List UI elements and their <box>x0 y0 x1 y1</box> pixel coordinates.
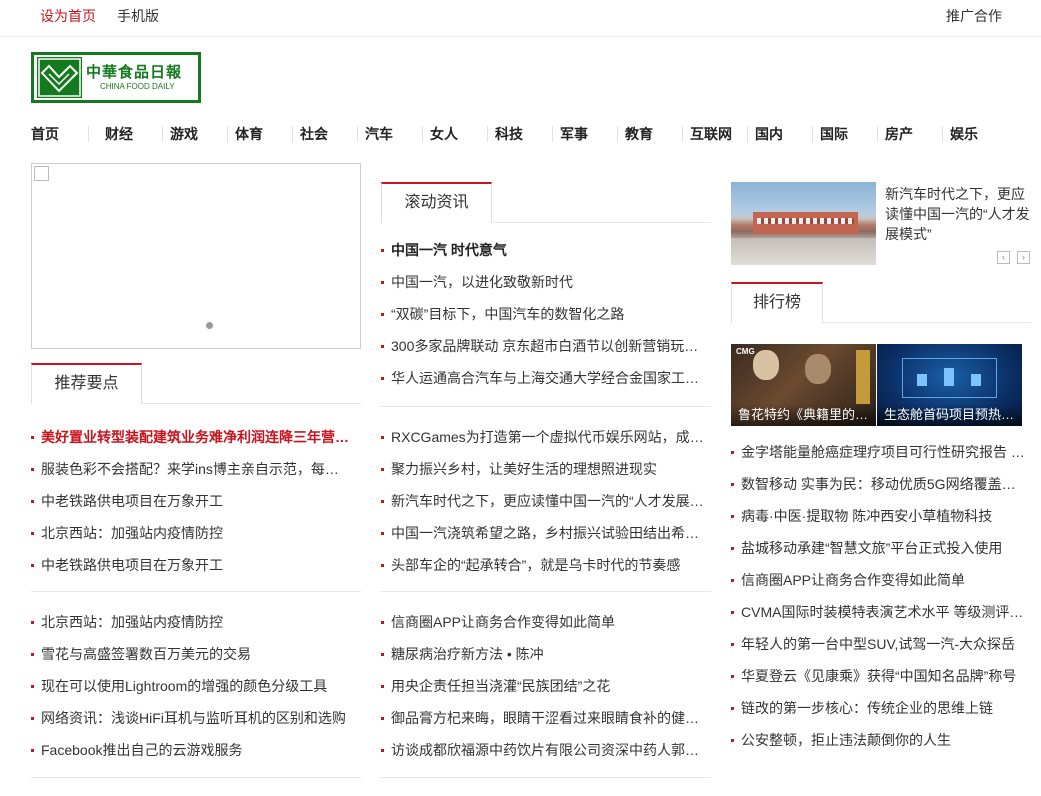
list-item[interactable]: 访谈成都欣福源中药饮片有限公司资深中药人郭依林先生 <box>381 740 711 760</box>
list-item[interactable]: 美好置业转型装配建筑业务难净利润连降三年营收大幅下降 <box>31 427 349 447</box>
recommend-tab-header: 推荐要点 <box>31 363 361 404</box>
list-item[interactable]: Facebook推出自己的云游戏服务 <box>31 740 349 760</box>
nav-separator <box>942 126 943 142</box>
tab-rolling-news[interactable]: 滚动资讯 <box>381 182 492 223</box>
nav-item[interactable]: 财经 <box>105 124 133 144</box>
divider <box>31 591 361 592</box>
nav-separator <box>292 126 293 142</box>
ranking-image-1[interactable]: CMG 鲁花特约《典籍里的中国》第二季 <box>731 344 876 426</box>
set-homepage-link[interactable]: 设为首页 <box>40 6 96 26</box>
nav-separator <box>162 126 163 142</box>
list-item[interactable]: 公安整顿，拒止违法颠倒你的人生 <box>731 730 1029 750</box>
nav-item[interactable]: 军事 <box>560 124 588 144</box>
nav-item[interactable]: 游戏 <box>170 124 198 144</box>
main-nav: 首页 财经 游戏 体育 社会 汽车 女人 科技 军事 教育 互联网 国内 国际 房产 娱乐 <box>0 118 1041 148</box>
list-item[interactable]: 服装色彩不会搭配？来学ins博主亲自示范，每一套都好看 <box>31 459 349 479</box>
ranking-image-caption: 生态舱首码项目预热，火爆上线 <box>877 404 1022 426</box>
tab-ranking[interactable]: 排行榜 <box>731 282 823 323</box>
nav-item[interactable]: 科技 <box>495 124 523 144</box>
next-arrow-icon[interactable]: › <box>1017 251 1030 264</box>
list-item[interactable]: 信商圈APP让商务合作变得如此简单 <box>731 570 1029 590</box>
list-item[interactable]: 金字塔能量舱癌症理疗项目可行性研究报告 成果发布 <box>731 442 1029 462</box>
nav-separator <box>877 126 878 142</box>
list-item[interactable]: 雪花与高盛签署数百万美元的交易 <box>31 644 349 664</box>
list-item[interactable]: “双碳”目标下，中国汽车的数智化之路 <box>381 304 711 324</box>
list-item[interactable]: 网络资讯：浅谈HiFi耳机与监听耳机的区别和选购 <box>31 708 349 728</box>
list-item[interactable]: 中国一汽 时代意气 <box>381 240 711 260</box>
list-item[interactable]: 300多家品牌联动 京东超市白酒节以创新营销玩法推动品类增长 <box>381 336 711 356</box>
divider <box>381 406 711 407</box>
nav-separator <box>227 126 228 142</box>
tab-recommend[interactable]: 推荐要点 <box>31 363 142 404</box>
divider <box>31 777 361 778</box>
nav-item[interactable]: 社会 <box>300 124 328 144</box>
list-item[interactable]: 聚力振兴乡村，让美好生活的理想照进现实 <box>381 459 711 479</box>
cmg-logo: CMG <box>736 347 755 356</box>
broken-image-icon <box>34 166 49 181</box>
nav-separator <box>88 126 89 142</box>
list-item[interactable]: 华夏登云《见康乘》获得“中国知名品牌”称号 <box>731 666 1029 686</box>
ranking-image-caption: 鲁花特约《典籍里的中国》第二季 <box>731 404 876 426</box>
list-item[interactable]: 北京西站：加强站内疫情防控 <box>31 523 349 543</box>
list-item[interactable]: CVMA国际时装模特表演艺术水平 等级测评中心成立 <box>731 602 1029 622</box>
nav-item[interactable]: 房产 <box>885 124 913 144</box>
nav-separator <box>682 126 683 142</box>
nav-item[interactable]: 娱乐 <box>950 124 978 144</box>
nav-item[interactable]: 国际 <box>820 124 848 144</box>
divider <box>381 777 711 778</box>
ranking-image-2[interactable]: 生态舱首码项目预热，火爆上线 <box>877 344 1022 426</box>
featured-image[interactable] <box>731 182 876 265</box>
list-item[interactable]: 糖尿病治疗新方法 • 陈冲 <box>381 644 711 664</box>
logo-emblem-icon <box>37 57 82 98</box>
list-item[interactable]: 新汽车时代之下，更应读懂中国一汽的“人才发展模式” <box>381 491 711 511</box>
list-item[interactable]: 链改的第一步核心：传统企业的思维上链 <box>731 698 1029 718</box>
site-logo[interactable]: 中華食品日報 CHINA FOOD DAILY <box>31 52 201 103</box>
nav-separator <box>812 126 813 142</box>
nav-separator <box>552 126 553 142</box>
featured-title[interactable]: 新汽车时代之下，更应读懂中国一汽的“人才发展模式” <box>885 184 1031 244</box>
list-item[interactable]: 华人运通高合汽车与上海交通大学经合金国家工程研究中心达成合作 <box>381 368 711 388</box>
logo-en-text: CHINA FOOD DAILY <box>100 82 175 91</box>
nav-item[interactable]: 汽车 <box>365 124 393 144</box>
slider-dot[interactable] <box>206 322 213 329</box>
ranking-tab-header: 排行榜 <box>731 282 1031 323</box>
list-item[interactable]: 现在可以使用Lightroom的增强的颜色分级工具 <box>31 676 349 696</box>
image-slider[interactable] <box>31 163 361 349</box>
nav-separator <box>422 126 423 142</box>
prev-arrow-icon[interactable]: ‹ <box>997 251 1010 264</box>
list-item[interactable]: 数智移动 实事为民：移动优质5G网络覆盖盐城乡村 <box>731 474 1029 494</box>
nav-item[interactable]: 国内 <box>755 124 783 144</box>
list-item[interactable]: 中老铁路供电项目在万象开工 <box>31 555 349 575</box>
list-item[interactable]: 御品膏方杞来晦，眼睛干涩看过来眼睛食补的健康之道 <box>381 708 711 728</box>
nav-item[interactable]: 互联网 <box>690 124 732 144</box>
list-item[interactable]: 头部车企的“起承转合”，就是乌卡时代的节奏感 <box>381 555 711 575</box>
list-item[interactable]: 中老铁路供电项目在万象开工 <box>31 491 349 511</box>
logo-cn-text: 中華食品日報 <box>86 63 183 81</box>
featured-news: 新汽车时代之下，更应读懂中国一汽的“人才发展模式” ‹ › <box>731 182 1031 266</box>
mobile-version-link[interactable]: 手机版 <box>117 6 159 26</box>
promotion-link[interactable]: 推广合作 <box>946 6 1002 26</box>
list-item[interactable]: 中国一汽，以进化致敬新时代 <box>381 272 711 292</box>
nav-item[interactable]: 女人 <box>430 124 458 144</box>
rolling-tab-header: 滚动资讯 <box>381 182 711 223</box>
nav-separator <box>747 126 748 142</box>
list-item[interactable]: 病毒·中医·提取物 陈冲西安小草植物科技 <box>731 506 1029 526</box>
list-item[interactable]: 信商圈APP让商务合作变得如此简单 <box>381 612 711 632</box>
nav-item[interactable]: 体育 <box>235 124 263 144</box>
list-item[interactable]: 年轻人的第一台中型SUV,试驾一汽-大众探岳 <box>731 634 1029 654</box>
nav-item[interactable]: 首页 <box>31 124 59 144</box>
nav-item[interactable]: 教育 <box>625 124 653 144</box>
nav-separator <box>357 126 358 142</box>
list-item[interactable]: 用央企责任担当浇灌“民族团结”之花 <box>381 676 711 696</box>
nav-separator <box>617 126 618 142</box>
divider <box>381 591 711 592</box>
list-item[interactable]: 盐城移动承建“智慧文旅”平台正式投入使用 <box>731 538 1029 558</box>
nav-separator <box>487 126 488 142</box>
list-item[interactable]: RXCGames为打造第一个虚拟代币娱乐网站，成立了元宇宙实验室 <box>381 427 711 447</box>
list-item[interactable]: 北京西站：加强站内疫情防控 <box>31 612 349 632</box>
list-item[interactable]: 中国一汽浇筑希望之路，乡村振兴试验田结出希望之果 <box>381 523 711 543</box>
top-bar: 设为首页 手机版 推广合作 <box>0 0 1041 37</box>
